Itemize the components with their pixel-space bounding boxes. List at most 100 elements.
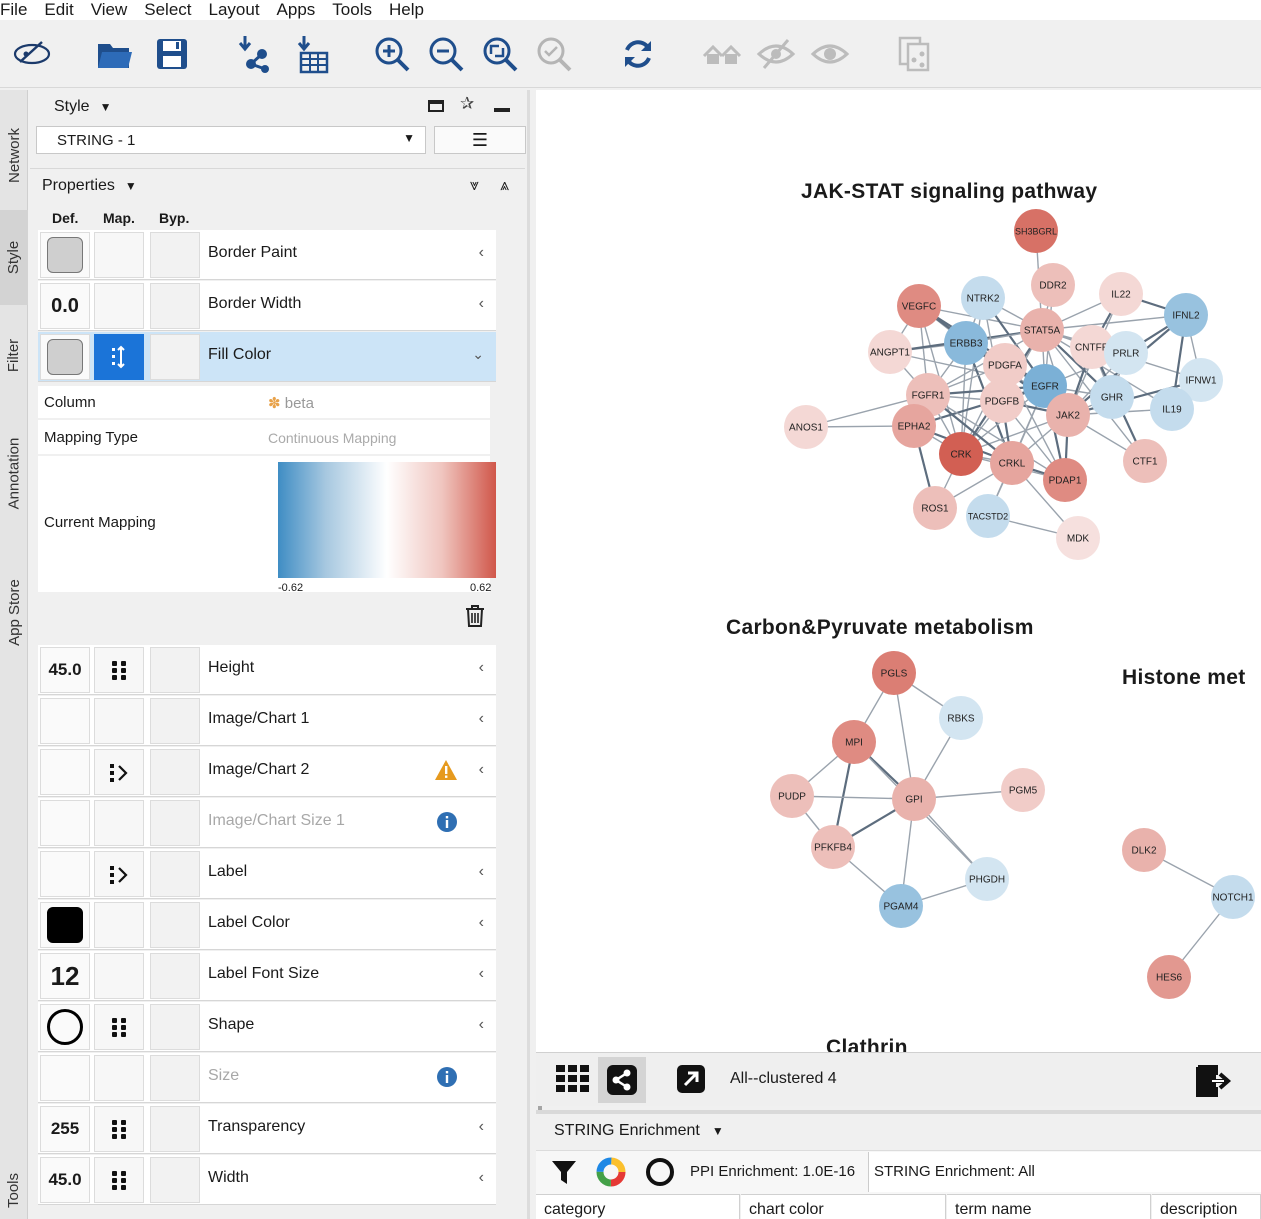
bypass-value[interactable] xyxy=(150,800,200,846)
default-value[interactable] xyxy=(40,851,90,897)
property-row-size[interactable]: Size xyxy=(38,1053,496,1103)
network-node[interactable]: IL22 xyxy=(1099,272,1143,316)
bypass-value[interactable] xyxy=(150,1055,200,1101)
import-network-icon[interactable] xyxy=(233,32,277,76)
chevron-left-icon[interactable]: ‹ xyxy=(479,1118,484,1136)
network-node[interactable]: ROS1 xyxy=(913,486,957,530)
style-menu-button[interactable]: ☰ xyxy=(434,126,526,154)
menu-select[interactable]: Select xyxy=(144,0,200,20)
bypass-value[interactable] xyxy=(150,1004,200,1050)
bypass-value[interactable] xyxy=(150,232,200,278)
bypass-value[interactable] xyxy=(150,283,200,329)
network-node[interactable]: DDR2 xyxy=(1031,263,1075,307)
network-node[interactable]: ANOS1 xyxy=(784,405,828,449)
network-node[interactable]: PRLR xyxy=(1104,331,1148,375)
mapping-value[interactable] xyxy=(94,698,144,744)
property-row-label[interactable]: Label ‹ xyxy=(38,849,496,899)
info-icon[interactable] xyxy=(436,811,458,838)
info-icon[interactable] xyxy=(436,1066,458,1093)
expand-all-icon[interactable]: ⩔ xyxy=(470,177,479,195)
network-node[interactable]: CRKL xyxy=(990,441,1034,485)
export-icon[interactable] xyxy=(892,32,936,76)
network-view[interactable]: SH3BGRL DDR2 IL22 IFNL2 NTRK2 VEGFC STAT5A ERBB… xyxy=(536,90,1261,1052)
style-dropdown[interactable]: Style ▼ xyxy=(54,92,111,122)
network-node[interactable]: PUDP xyxy=(770,774,814,818)
chart-color-icon[interactable] xyxy=(596,1157,626,1192)
network-canvas[interactable]: SH3BGRL DDR2 IL22 IFNL2 NTRK2 VEGFC STAT5A ERBB… xyxy=(536,90,1261,1052)
mapping-value[interactable] xyxy=(94,1106,144,1152)
default-value[interactable]: 45.0 xyxy=(40,1157,90,1203)
collapse-all-icon[interactable]: ⩓ xyxy=(500,177,509,195)
mapping-value[interactable] xyxy=(94,647,144,693)
import-table-icon[interactable] xyxy=(290,32,334,76)
tab-annotation[interactable]: Annotation xyxy=(0,408,28,538)
property-row-image-chart-size-1[interactable]: Image/Chart Size 1 xyxy=(38,798,496,848)
default-value[interactable] xyxy=(40,902,90,948)
network-node[interactable]: PGAM4 xyxy=(879,884,923,928)
network-node[interactable]: PGLS xyxy=(872,651,916,695)
network-node[interactable]: IL19 xyxy=(1150,387,1194,431)
property-row-width[interactable]: 45.0 Width ‹ xyxy=(38,1155,496,1205)
save-icon[interactable] xyxy=(150,32,194,76)
network-node[interactable]: TACSTD2 xyxy=(966,494,1010,538)
chevron-left-icon[interactable]: ‹ xyxy=(479,914,484,932)
tab-tools[interactable]: Tools xyxy=(0,1160,28,1219)
network-node[interactable]: NTRK2 xyxy=(961,276,1005,320)
bypass-value[interactable] xyxy=(150,334,200,380)
mapping-value[interactable] xyxy=(94,1157,144,1203)
mapping-value[interactable] xyxy=(94,1004,144,1050)
chevron-left-icon[interactable]: ‹ xyxy=(479,863,484,881)
property-row-height[interactable]: 45.0 Height ‹ xyxy=(38,645,496,695)
mapping-value[interactable] xyxy=(94,953,144,999)
column-header-description[interactable]: description xyxy=(1152,1194,1261,1219)
open-folder-icon[interactable] xyxy=(92,32,136,76)
column-header-chart-color[interactable]: chart color xyxy=(741,1194,946,1219)
export-view-icon[interactable] xyxy=(1196,1065,1232,1102)
property-row-image-chart-2[interactable]: Image/Chart 2 ‹ xyxy=(38,747,496,797)
default-value[interactable] xyxy=(40,232,90,278)
column-header-term-name[interactable]: term name xyxy=(947,1194,1151,1219)
network-node[interactable]: HES6 xyxy=(1147,955,1191,999)
chevron-left-icon[interactable]: ‹ xyxy=(479,659,484,677)
mapping-value[interactable] xyxy=(94,800,144,846)
default-value[interactable] xyxy=(40,334,90,380)
menu-apps[interactable]: Apps xyxy=(277,0,325,20)
color-gradient-editor[interactable] xyxy=(278,462,496,578)
menu-file[interactable]: File xyxy=(0,0,36,20)
chevron-left-icon[interactable]: ‹ xyxy=(479,1169,484,1187)
menu-tools[interactable]: Tools xyxy=(332,0,381,20)
chevron-down-icon[interactable]: ⌄ xyxy=(472,346,484,363)
chevron-left-icon[interactable]: ‹ xyxy=(479,710,484,728)
bypass-value[interactable] xyxy=(150,1106,200,1152)
enrichment-dropdown[interactable]: STRING Enrichment ▼ xyxy=(554,1122,724,1140)
chevron-left-icon[interactable]: ‹ xyxy=(479,965,484,983)
mapping-value[interactable] xyxy=(94,851,144,897)
network-node[interactable]: PDAP1 xyxy=(1043,458,1087,502)
bypass-value[interactable] xyxy=(150,647,200,693)
network-node[interactable]: JAK2 xyxy=(1046,393,1090,437)
bypass-value[interactable] xyxy=(150,902,200,948)
property-row-fill-color[interactable]: Fill Color ⌄ xyxy=(38,332,496,382)
network-view-toggle-icon[interactable] xyxy=(598,1057,646,1103)
default-value[interactable] xyxy=(40,749,90,795)
chevron-left-icon[interactable]: ‹ xyxy=(479,1016,484,1034)
menu-layout[interactable]: Layout xyxy=(209,0,269,20)
network-node[interactable]: PFKFB4 xyxy=(811,825,855,869)
tab-filter[interactable]: Filter xyxy=(0,315,28,395)
pin-icon[interactable]: ✰ xyxy=(460,94,474,114)
hide-icon[interactable] xyxy=(754,32,798,76)
bypass-value[interactable] xyxy=(150,749,200,795)
network-node[interactable]: STAT5A xyxy=(1020,308,1064,352)
network-node[interactable]: NOTCH1 xyxy=(1211,875,1255,919)
zoom-in-icon[interactable] xyxy=(370,32,414,76)
network-node[interactable]: MDK xyxy=(1056,516,1100,560)
property-row-label-font-size[interactable]: 12 Label Font Size ‹ xyxy=(38,951,496,1001)
column-header-category[interactable]: category xyxy=(536,1194,740,1219)
chevron-left-icon[interactable]: ‹ xyxy=(479,761,484,779)
property-row-label-color[interactable]: Label Color ‹ xyxy=(38,900,496,950)
tab-style[interactable]: Style xyxy=(0,210,28,305)
properties-dropdown[interactable]: Properties ▼ ⩔ ⩓ xyxy=(30,168,525,202)
default-value[interactable]: 12 xyxy=(40,953,90,999)
mapping-column-row[interactable]: Column ✽ beta xyxy=(38,386,490,418)
network-node[interactable]: SH3BGRL xyxy=(1014,209,1058,253)
